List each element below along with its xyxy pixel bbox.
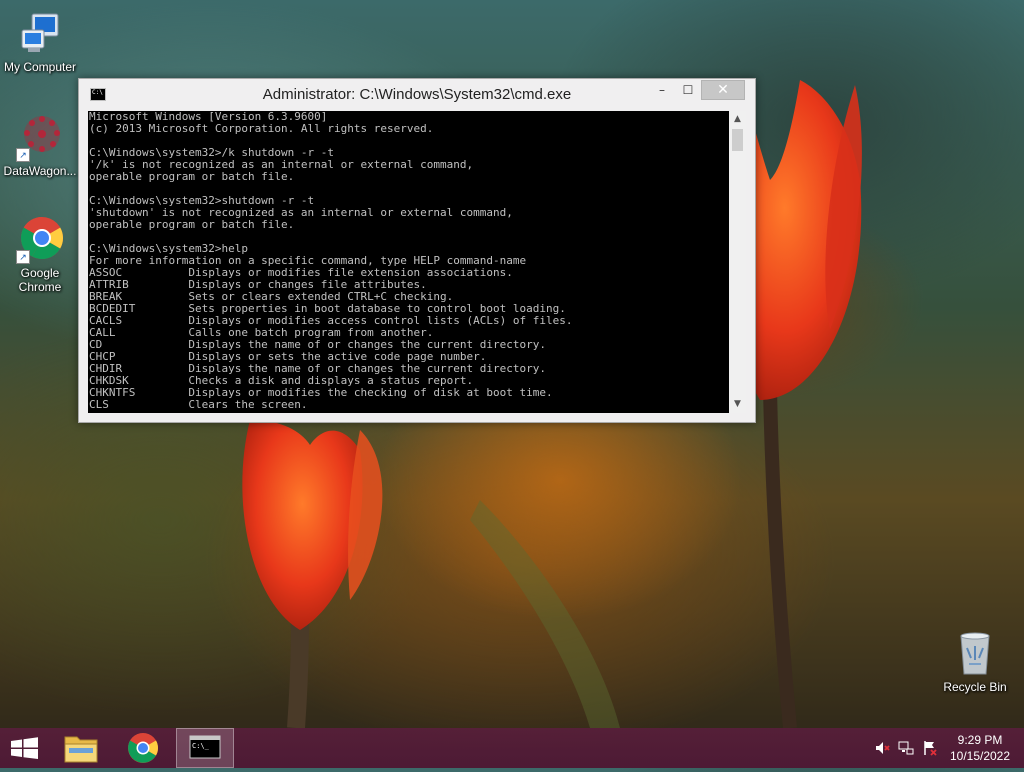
desktop-icon-google-chrome[interactable]: ↗ Google Chrome xyxy=(0,216,80,294)
recycle-bin-icon xyxy=(951,630,999,678)
clock-date: 10/15/2022 xyxy=(949,749,1011,763)
windows-start-icon xyxy=(11,737,38,759)
shortcut-arrow-icon: ↗ xyxy=(16,148,30,162)
cmd-icon: C:\_ xyxy=(189,735,221,759)
scroll-down-arrow-icon[interactable]: ▼ xyxy=(729,396,746,413)
console-output[interactable]: Microsoft Windows [Version 6.3.9600] (c)… xyxy=(88,111,729,413)
chrome-icon: ↗ xyxy=(16,216,64,264)
scroll-up-arrow-icon[interactable]: ▲ xyxy=(729,111,746,128)
taskbar-file-explorer[interactable] xyxy=(55,728,107,768)
console-text: Microsoft Windows [Version 6.3.9600] (c)… xyxy=(89,111,573,411)
desktop-icon-datawagon[interactable]: ↗ DataWagon... xyxy=(0,114,80,178)
title-bar[interactable]: Administrator: C:\Windows\System32\cmd.e… xyxy=(79,79,755,111)
network-icon[interactable] xyxy=(898,740,914,756)
maximize-button[interactable]: ☐ xyxy=(675,80,701,100)
minimize-button[interactable]: – xyxy=(649,80,675,100)
start-button[interactable] xyxy=(0,728,50,768)
clock-time: 9:29 PM xyxy=(957,733,1003,747)
speaker-muted-icon[interactable] xyxy=(874,740,890,756)
taskbar-clock[interactable]: 9:29 PM 10/15/2022 xyxy=(944,732,1016,764)
taskbar-chrome[interactable] xyxy=(117,728,169,768)
chrome-icon xyxy=(128,733,159,763)
desktop-icon-label: DataWagon... xyxy=(3,164,77,178)
datawagon-icon: ↗ xyxy=(16,114,64,162)
desktop-icon-my-computer[interactable]: My Computer xyxy=(0,10,80,74)
shortcut-arrow-icon: ↗ xyxy=(16,250,30,264)
vertical-scrollbar[interactable]: ▲ ▼ xyxy=(729,111,746,413)
desktop-icon-label: Google Chrome xyxy=(18,266,62,294)
close-button[interactable]: ✕ xyxy=(701,80,745,100)
taskbar: C:\_ 9:29 PM 10/15/2022 xyxy=(0,728,1024,768)
desktop-icon-recycle-bin[interactable]: Recycle Bin xyxy=(935,630,1015,694)
desktop-icon-label: My Computer xyxy=(3,60,77,74)
action-center-flag-icon[interactable] xyxy=(922,740,938,756)
scrollbar-thumb[interactable] xyxy=(732,129,743,151)
taskbar-cmd[interactable]: C:\_ xyxy=(176,728,234,768)
file-explorer-icon xyxy=(64,736,98,763)
cmd-window[interactable]: Administrator: C:\Windows\System32\cmd.e… xyxy=(78,78,756,423)
desktop-icon-label: Recycle Bin xyxy=(943,680,1007,694)
svg-text:C:\_: C:\_ xyxy=(192,742,210,750)
computer-icon xyxy=(16,10,64,58)
